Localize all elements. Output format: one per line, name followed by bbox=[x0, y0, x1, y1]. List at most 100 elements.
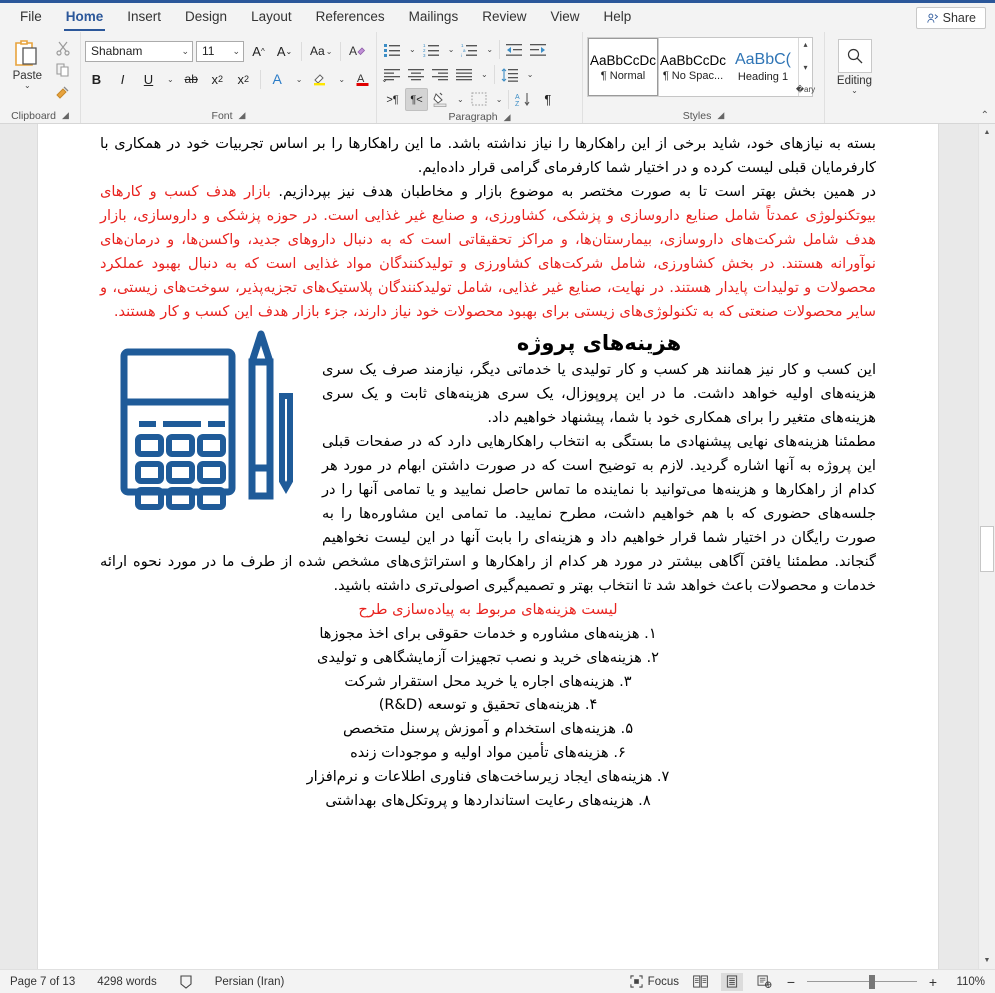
italic-button[interactable]: I bbox=[111, 68, 134, 91]
vertical-scrollbar[interactable]: ▲ ▼ bbox=[978, 124, 995, 969]
bullets-button[interactable] bbox=[381, 38, 404, 61]
font-dialog-launcher-icon[interactable]: ◢ bbox=[239, 110, 246, 121]
shading-button[interactable] bbox=[429, 88, 452, 111]
paste-icon bbox=[12, 37, 42, 69]
tab-layout[interactable]: Layout bbox=[239, 5, 304, 32]
tab-help[interactable]: Help bbox=[592, 5, 644, 32]
format-painter-icon[interactable] bbox=[53, 82, 73, 102]
borders-chevron-down-icon[interactable]: ⌄ bbox=[492, 88, 506, 111]
justify-chevron-down-icon[interactable]: ⌄ bbox=[477, 63, 491, 86]
increase-indent-button[interactable] bbox=[527, 38, 550, 61]
highlight-chevron-down-icon[interactable]: ⌄ bbox=[334, 68, 348, 91]
paste-chevron-down-icon[interactable]: ⌄ bbox=[24, 82, 31, 90]
page-number-status[interactable]: Page 7 of 13 bbox=[10, 976, 75, 988]
paste-button[interactable]: Paste ⌄ bbox=[4, 35, 51, 90]
tab-references[interactable]: References bbox=[304, 5, 397, 32]
focus-mode-button[interactable]: Focus bbox=[630, 975, 679, 988]
text-effects-button[interactable]: A bbox=[266, 68, 289, 91]
style-gallery: AaBbCcDc ¶ Normal AaBbCcDc ¶ No Spac... … bbox=[587, 37, 815, 97]
ribbon-group-styles: AaBbCcDc ¶ Normal AaBbCcDc ¶ No Spac... … bbox=[582, 32, 824, 123]
align-left-button[interactable] bbox=[381, 63, 404, 86]
style-item-normal[interactable]: AaBbCcDc ¶ Normal bbox=[587, 37, 659, 97]
styles-more-icon[interactable]: �ary bbox=[796, 85, 815, 94]
text-highlight-button[interactable] bbox=[308, 68, 331, 91]
line-spacing-button[interactable] bbox=[498, 63, 522, 86]
font-name-chevron-down-icon: ⌄ bbox=[181, 45, 189, 56]
cut-icon[interactable] bbox=[53, 38, 73, 58]
zoom-in-button[interactable]: + bbox=[927, 974, 939, 990]
read-mode-button[interactable] bbox=[689, 973, 711, 991]
font-name-combobox[interactable]: Shabnam ⌄ bbox=[85, 40, 193, 62]
strikethrough-button[interactable]: ab bbox=[180, 68, 203, 91]
borders-button[interactable] bbox=[468, 88, 491, 111]
grow-font-button[interactable]: A ^ bbox=[247, 40, 270, 63]
document-content[interactable]: بسته به نیازهای خود، شاید برخی از این را… bbox=[38, 124, 938, 812]
document-page[interactable]: بسته به نیازهای خود، شاید برخی از این را… bbox=[38, 124, 938, 969]
collapse-ribbon-icon[interactable]: ⌃ bbox=[981, 110, 989, 121]
ribbon-group-paragraph: ⌄ 1 2 3 ⌄ 1 a i ⌄ ⌄ ⌄ >¶ ¶< ⌄ ⌄ A Z ¶ Pa… bbox=[376, 32, 582, 123]
scroll-down-arrow-icon[interactable]: ▼ bbox=[979, 952, 995, 969]
show-formatting-marks-button[interactable]: ¶ bbox=[536, 88, 559, 111]
tab-view[interactable]: View bbox=[538, 5, 591, 32]
font-name-value: Shabnam bbox=[91, 44, 143, 58]
word-count-status[interactable]: 4298 words bbox=[97, 976, 156, 988]
style-item-no-spacing[interactable]: AaBbCcDc ¶ No Spac... bbox=[658, 38, 728, 96]
underline-chevron-down-icon[interactable]: ⌄ bbox=[163, 68, 177, 91]
editing-button[interactable]: Editing ⌄ bbox=[827, 35, 883, 95]
editing-chevron-down-icon[interactable]: ⌄ bbox=[851, 87, 858, 95]
multilevel-list-button[interactable]: 1 a i bbox=[458, 38, 481, 61]
rtl-text-direction-button[interactable]: ¶< bbox=[405, 88, 428, 111]
decrease-indent-button[interactable] bbox=[503, 38, 526, 61]
align-right-button[interactable] bbox=[429, 63, 452, 86]
language-status[interactable]: Persian (Iran) bbox=[215, 976, 285, 988]
sort-button[interactable]: A Z bbox=[512, 88, 535, 111]
print-layout-button[interactable] bbox=[721, 972, 743, 991]
font-color-button[interactable]: A bbox=[351, 68, 374, 91]
scroll-up-arrow-icon[interactable]: ▲ bbox=[979, 124, 995, 141]
bullets-chevron-down-icon[interactable]: ⌄ bbox=[405, 38, 419, 61]
subscript-button[interactable]: x2 bbox=[206, 68, 229, 91]
copy-icon[interactable] bbox=[53, 60, 73, 80]
tab-insert[interactable]: Insert bbox=[115, 5, 173, 32]
shrink-font-button[interactable]: A ⌄ bbox=[273, 40, 296, 63]
tab-review[interactable]: Review bbox=[470, 5, 538, 32]
bold-button[interactable]: B bbox=[85, 68, 108, 91]
superscript-button[interactable]: x2 bbox=[232, 68, 255, 91]
change-case-button[interactable]: Aa ⌄ bbox=[307, 40, 335, 63]
styles-group-label: Styles bbox=[682, 109, 712, 122]
text-effects-chevron-down-icon[interactable]: ⌄ bbox=[292, 68, 306, 91]
multilevel-chevron-down-icon[interactable]: ⌄ bbox=[482, 38, 496, 61]
proofing-errors-icon[interactable] bbox=[179, 974, 193, 989]
styles-scroll-down-icon[interactable]: ▾ bbox=[803, 63, 807, 72]
line-spacing-chevron-down-icon[interactable]: ⌄ bbox=[523, 63, 537, 86]
share-button[interactable]: Share bbox=[915, 7, 986, 29]
shading-chevron-down-icon[interactable]: ⌄ bbox=[453, 88, 467, 111]
justify-button[interactable] bbox=[453, 63, 476, 86]
paragraph-dialog-launcher-icon[interactable]: ◢ bbox=[504, 112, 511, 123]
tab-design[interactable]: Design bbox=[173, 5, 239, 32]
scrollbar-thumb[interactable] bbox=[980, 526, 994, 572]
zoom-level-label[interactable]: 110% bbox=[949, 976, 985, 988]
tab-home[interactable]: Home bbox=[54, 5, 116, 32]
align-center-button[interactable] bbox=[405, 63, 428, 86]
style-item-heading-1[interactable]: AaBbC( Heading 1 bbox=[728, 38, 798, 96]
tab-file[interactable]: File bbox=[8, 5, 54, 32]
cost-list: ۱. هزینه‌های مشاوره و خدمات حقوقی برای ا… bbox=[100, 622, 876, 812]
zoom-slider[interactable] bbox=[807, 974, 917, 989]
underline-button[interactable]: U bbox=[137, 68, 160, 91]
styles-scroll-up-icon[interactable]: ▴ bbox=[803, 40, 807, 49]
increase-indent-icon bbox=[530, 43, 547, 56]
list-item: ۷. هزینه‌های ایجاد زیرساخت‌های فناوری اط… bbox=[306, 767, 670, 785]
numbering-chevron-down-icon[interactable]: ⌄ bbox=[444, 38, 458, 61]
ltr-text-direction-button[interactable]: >¶ bbox=[381, 88, 404, 111]
print-layout-icon bbox=[726, 975, 738, 988]
zoom-out-button[interactable]: − bbox=[785, 974, 797, 990]
clipboard-dialog-launcher-icon[interactable]: ◢ bbox=[62, 110, 69, 121]
zoom-slider-thumb[interactable] bbox=[869, 974, 875, 989]
web-layout-button[interactable] bbox=[753, 973, 775, 991]
clear-formatting-button[interactable]: A bbox=[346, 40, 369, 63]
font-size-combobox[interactable]: 11 ⌄ bbox=[196, 40, 244, 62]
numbering-button[interactable]: 1 2 3 bbox=[420, 38, 443, 61]
tab-mailings[interactable]: Mailings bbox=[397, 5, 471, 32]
styles-dialog-launcher-icon[interactable]: ◢ bbox=[717, 110, 724, 121]
